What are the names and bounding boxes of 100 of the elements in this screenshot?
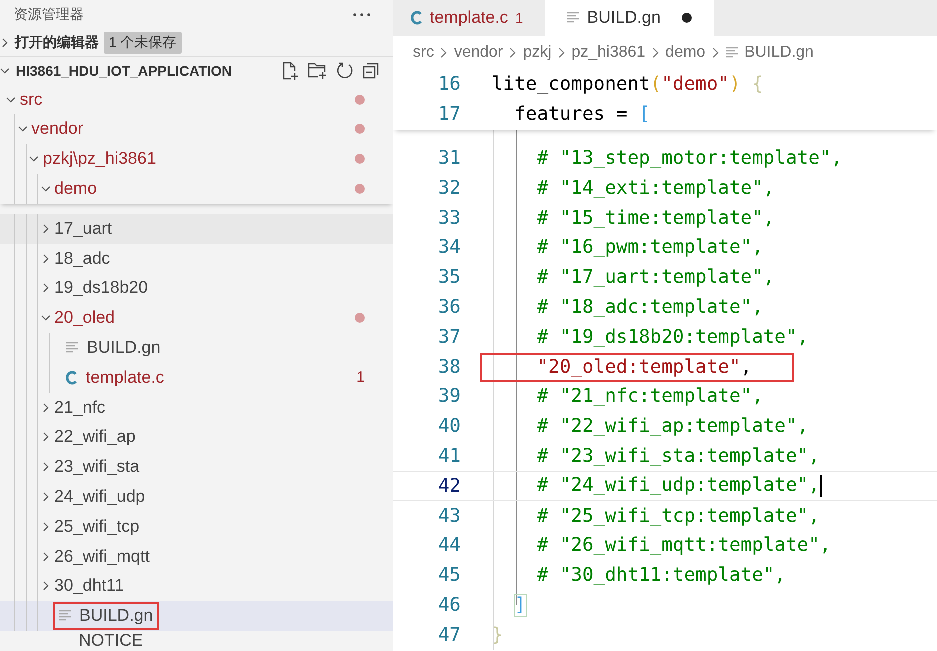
chevron-icon <box>652 47 660 59</box>
new-file-icon[interactable] <box>281 61 301 82</box>
line-number: 33 <box>437 208 462 229</box>
more-icon[interactable] <box>353 12 371 17</box>
chevron-icon <box>558 47 566 59</box>
line-number: 44 <box>437 535 462 556</box>
code-line: # "21_nfc:template", <box>536 385 764 410</box>
breadcrumb-item[interactable]: vendor <box>454 44 504 62</box>
line-number: 46 <box>437 594 462 616</box>
breadcrumb-item[interactable]: pzkj <box>523 44 552 62</box>
line-number: 42 <box>437 476 462 497</box>
code-line: # "23_wifi_sta:template", <box>536 444 821 469</box>
folder-chevron-icon[interactable] <box>40 492 50 502</box>
chevron-icon <box>509 47 518 59</box>
text-file-icon <box>726 47 739 59</box>
folder-name[interactable]: 18_adc <box>54 248 110 269</box>
file-name[interactable]: template.c <box>86 368 164 388</box>
code-line: features = [ <box>514 103 652 128</box>
modified-dot <box>355 154 365 164</box>
folder-chevron-icon[interactable] <box>40 283 50 294</box>
folder-name[interactable]: 17_uart <box>54 218 112 239</box>
folder-name[interactable]: 24_wifi_udp <box>54 486 146 507</box>
collapse-all-icon[interactable] <box>361 61 381 82</box>
line-number: 35 <box>437 267 462 288</box>
text-file-icon <box>66 342 79 354</box>
chevron-icon <box>712 47 720 59</box>
code-line: # "15_time:template", <box>536 206 776 231</box>
code-line: # "18_adc:template", <box>536 296 764 320</box>
line-number: 40 <box>437 416 462 438</box>
folder-name[interactable]: 21_nfc <box>54 398 106 418</box>
file-name[interactable]: BUILD.gn <box>87 338 161 358</box>
breadcrumb-item[interactable]: BUILD.gn <box>744 44 814 62</box>
file-name[interactable]: NOTICE <box>79 631 144 651</box>
code-line: # "17_uart:template", <box>536 266 776 290</box>
explorer-title: 资源管理器 <box>14 6 84 24</box>
folder-name[interactable]: 23_wifi_sta <box>54 457 140 478</box>
folder-chevron-icon[interactable] <box>40 254 50 264</box>
folder-chevron-icon[interactable] <box>40 552 50 562</box>
text-file-icon <box>567 12 580 24</box>
folder-chevron-icon[interactable] <box>29 154 39 164</box>
folder-name[interactable]: 22_wifi_ap <box>54 427 136 448</box>
folder-name[interactable]: 25_wifi_tcp <box>54 516 140 537</box>
folder-chevron-icon[interactable] <box>40 462 50 472</box>
refresh-icon[interactable] <box>335 61 355 82</box>
unsaved-badge: 1 个未保存 <box>104 32 182 54</box>
folder-name[interactable]: 20_oled <box>54 308 116 328</box>
c-file-icon <box>411 11 423 25</box>
line-number: 41 <box>437 446 462 467</box>
folder-chevron-icon[interactable] <box>40 522 50 532</box>
breadcrumb-item[interactable]: pz_hi3861 <box>572 44 646 62</box>
folder-chevron-icon[interactable] <box>6 94 16 105</box>
folder-name[interactable]: 30_dht11 <box>54 576 124 596</box>
new-folder-icon[interactable] <box>307 61 329 82</box>
line-number: 38 <box>437 356 462 378</box>
section-header[interactable]: 打开的编辑器 <box>15 34 99 52</box>
line-number: 47 <box>437 624 462 646</box>
code-line: # "16_pwm:template", <box>536 236 764 260</box>
folder-chevron-icon[interactable] <box>18 124 28 134</box>
folder-chevron-icon[interactable] <box>40 184 50 194</box>
line-number: 43 <box>437 506 462 527</box>
code-line: # "14_exti:template", <box>536 176 776 201</box>
line-number: 37 <box>437 326 462 348</box>
folder-chevron-icon[interactable] <box>40 402 50 413</box>
problem-count: 1 <box>356 369 365 386</box>
folder-chevron-icon[interactable] <box>40 313 50 324</box>
code-line: # "22_wifi_ap:template", <box>536 415 810 440</box>
code-line: # "24_wifi_udp:template", <box>536 474 823 500</box>
folder-name[interactable]: 26_wifi_mqtt <box>54 546 150 566</box>
file-name[interactable]: BUILD.gn <box>80 606 154 626</box>
folder-chevron-icon[interactable] <box>40 581 50 592</box>
breadcrumb-item[interactable]: demo <box>666 44 706 62</box>
project-name[interactable]: HI3861_HDU_IOT_APPLICATION <box>16 63 232 80</box>
chevron-icon <box>440 47 448 59</box>
folder-name[interactable]: 19_ds18b20 <box>54 278 148 298</box>
line-number: 36 <box>437 296 462 318</box>
folder-chevron-icon[interactable] <box>40 224 50 234</box>
editor-tab[interactable]: BUILD.gn <box>545 0 714 36</box>
breadcrumb-item[interactable]: src <box>413 44 434 62</box>
folder-name[interactable]: demo <box>54 178 98 199</box>
line-number: 32 <box>437 178 462 199</box>
unsaved-dot[interactable] <box>682 13 692 23</box>
section-chevron-icon[interactable] <box>0 66 10 76</box>
modified-dot <box>355 124 365 134</box>
line-number: 39 <box>437 386 462 408</box>
code-line: lite_component("demo") { <box>491 73 764 98</box>
line-number: 45 <box>437 565 462 586</box>
code-line: # "26_wifi_mqtt:template", <box>536 534 832 558</box>
line-number: 17 <box>437 104 462 126</box>
folder-name[interactable]: src <box>20 90 43 110</box>
section-chevron-icon[interactable] <box>0 38 10 48</box>
code-line: # "19_ds18b20:template", <box>536 326 810 350</box>
code-line: # "30_dht11:template", <box>536 564 787 588</box>
folder-name[interactable]: pzkj\pz_hi3861 <box>43 149 156 170</box>
modified-dot <box>355 313 365 324</box>
text-file-icon <box>58 610 72 622</box>
folder-chevron-icon[interactable] <box>40 432 50 442</box>
line-number: 16 <box>437 74 462 96</box>
c-file-icon <box>66 370 78 385</box>
folder-name[interactable]: vendor <box>32 119 84 140</box>
modified-dot <box>355 94 365 105</box>
